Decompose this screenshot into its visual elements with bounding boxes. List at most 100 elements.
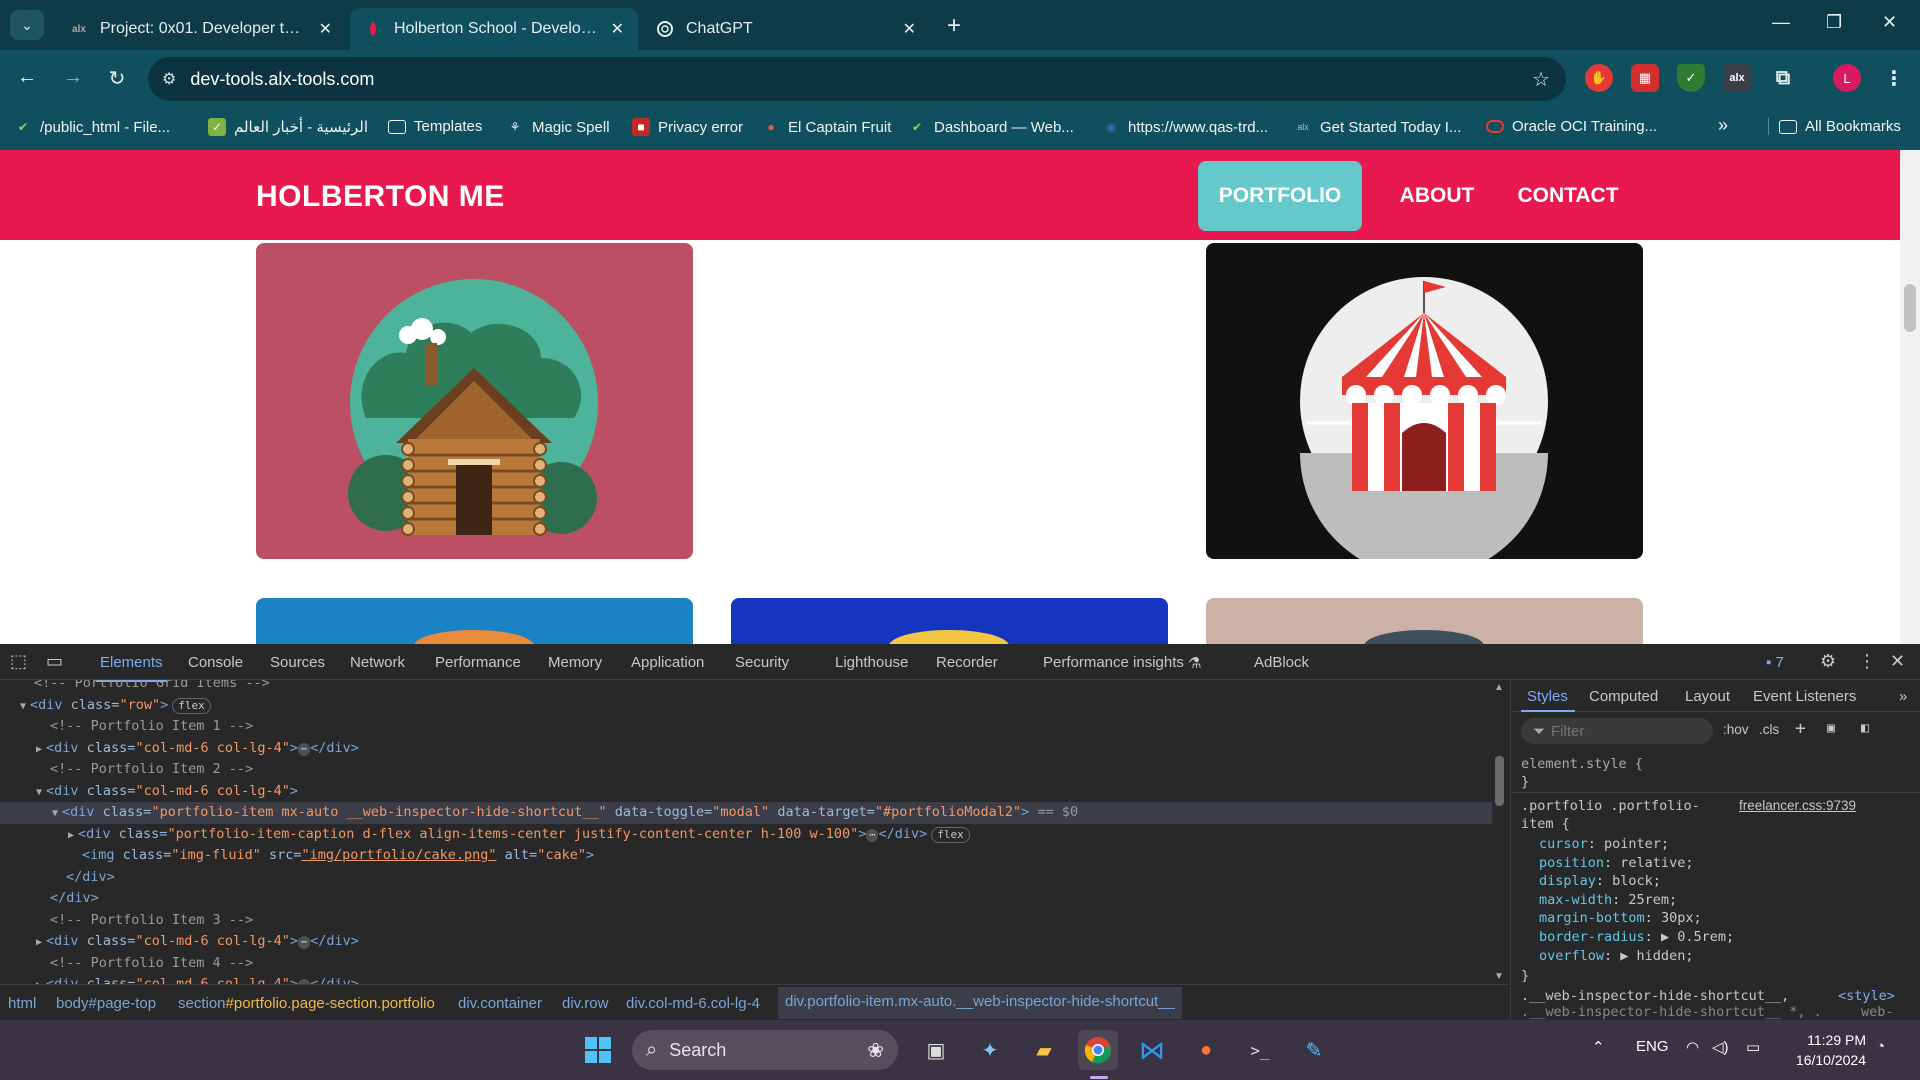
nav-portfolio[interactable]: PORTFOLIO xyxy=(1198,161,1362,231)
site-brand[interactable]: HOLBERTON ME xyxy=(256,180,505,214)
forward-icon[interactable]: → xyxy=(60,66,86,89)
portfolio-item-4[interactable] xyxy=(731,598,1168,644)
cls-toggle[interactable]: .cls xyxy=(1759,722,1779,737)
shield-icon[interactable]: ✓ xyxy=(1677,64,1705,92)
css-property-value[interactable]: ▶ 0.5rem; xyxy=(1661,929,1734,945)
bookmark-qas-trd[interactable]: ◉ https://www.qas-trd... xyxy=(1102,118,1268,136)
extension-red-icon[interactable]: ▦ xyxy=(1631,64,1659,92)
dom-node[interactable]: </div> xyxy=(0,888,1492,910)
nav-contact[interactable]: CONTACT xyxy=(1508,176,1628,216)
breadcrumb-item[interactable]: div.row xyxy=(562,995,608,1012)
tab-sources[interactable]: Sources xyxy=(270,654,325,671)
elements-dom-tree[interactable]: <!-- Portfolio Grid Items --> ▼ <div class… xyxy=(0,680,1492,984)
dom-node[interactable]: ▶<div class="col-md-6 col-lg-4">⋯</div> xyxy=(0,974,1492,984)
bookmark-arabic-news[interactable]: ✓ الرئيسية - أخبار العالم xyxy=(208,118,368,136)
portfolio-item-5[interactable] xyxy=(1206,598,1643,644)
close-tab-icon[interactable]: ✕ xyxy=(611,19,624,39)
tab-application[interactable]: Application xyxy=(631,654,704,671)
css-property-value[interactable]: pointer; xyxy=(1604,836,1669,852)
dom-token[interactable]: "img/portfolio/cake.png" xyxy=(301,847,496,863)
css-property-name[interactable]: position xyxy=(1539,855,1604,871)
dom-scrollbar[interactable]: ▲ ▼ xyxy=(1492,680,1506,984)
browser-menu-icon[interactable]: ⋮ xyxy=(1880,64,1908,92)
tab-performance-insights[interactable]: Performance insights xyxy=(1043,654,1184,671)
alx-icon[interactable]: alx xyxy=(1723,64,1751,92)
more-tabs-icon[interactable]: » xyxy=(1899,688,1907,705)
css-property-value[interactable]: 30px; xyxy=(1661,910,1702,926)
tab-event-listeners[interactable]: Event Listeners xyxy=(1753,688,1856,705)
minimize-icon[interactable]: — xyxy=(1772,12,1790,33)
notification-icon[interactable]: ◔ xyxy=(1876,1038,1885,1055)
vscode-icon[interactable]: ⋈ xyxy=(1132,1030,1172,1070)
css-property[interactable]: max-width: 25rem; xyxy=(1539,892,1677,908)
dom-node[interactable]: <!-- Portfolio Item 1 --> xyxy=(0,716,1492,738)
dom-node[interactable]: ▶<div class="col-md-6 col-lg-4">⋯</div> xyxy=(0,738,1492,760)
flex-badge[interactable]: flex xyxy=(172,697,211,714)
dom-node[interactable]: ▼ <div class="row"> flex xyxy=(0,695,1492,717)
back-icon[interactable]: ← xyxy=(14,66,40,89)
bookmark-dashboard[interactable]: ✔ Dashboard — Web... xyxy=(908,118,1074,136)
css-property[interactable]: cursor: pointer; xyxy=(1539,836,1669,852)
element-style-rule[interactable]: element.style { xyxy=(1521,756,1643,772)
tab-network[interactable]: Network xyxy=(350,654,405,671)
sidebar-toggle-icon[interactable]: ◧ xyxy=(1861,720,1869,736)
page-scrollbar[interactable] xyxy=(1900,150,1920,644)
css-property-name[interactable]: border-radius xyxy=(1539,929,1645,945)
paint-icon[interactable]: ▣ xyxy=(1827,720,1835,736)
dom-scrollbar-thumb[interactable] xyxy=(1495,756,1504,806)
dom-node-selected[interactable]: ▼ <div class="portfolio-item mx-auto __we… xyxy=(0,802,1492,824)
bookmark-star-icon[interactable]: ☆ xyxy=(1532,67,1550,92)
collapse-arrow-icon[interactable]: ▼ xyxy=(52,808,58,819)
tab-security[interactable]: Security xyxy=(735,654,789,671)
all-bookmarks[interactable]: All Bookmarks xyxy=(1768,118,1901,135)
reload-icon[interactable]: ↻ xyxy=(104,66,130,91)
device-toolbar-icon[interactable]: ▭ xyxy=(46,651,63,672)
language-indicator[interactable]: ENG xyxy=(1636,1038,1669,1055)
terminal-icon[interactable]: >_ xyxy=(1240,1030,1280,1070)
expand-ellipsis[interactable]: ⋯ xyxy=(298,742,311,756)
dom-node[interactable]: <!-- Portfolio Item 2 --> xyxy=(0,759,1492,781)
dom-node[interactable]: <!-- Portfolio Grid Items --> xyxy=(0,680,1492,695)
bookmark-el-captain-fruit[interactable]: ● El Captain Fruit xyxy=(762,118,891,136)
breadcrumb-item[interactable]: div.col-md-6.col-lg-4 xyxy=(626,995,760,1012)
system-clock[interactable]: 11:29 PM 16/10/2024 xyxy=(1786,1030,1866,1070)
settings-gear-icon[interactable]: ⚙ xyxy=(1820,651,1836,672)
firefox-icon[interactable]: ● xyxy=(1186,1030,1226,1070)
breadcrumb-item[interactable]: html xyxy=(8,995,36,1012)
rule-selector-cont[interactable]: item { xyxy=(1521,816,1570,832)
rule2-source[interactable]: <style> xyxy=(1838,988,1895,1004)
bookmark-get-started[interactable]: alx Get Started Today I... xyxy=(1294,118,1461,136)
tab-holberton-school[interactable]: Holberton School - Developer t ✕ xyxy=(350,8,638,50)
dom-node[interactable]: <img class="img-fluid" src="img/portfoli… xyxy=(0,845,1492,867)
tab-adblock[interactable]: AdBlock xyxy=(1254,654,1309,671)
new-tab-icon[interactable]: + xyxy=(947,12,961,40)
css-property[interactable]: margin-bottom: 30px; xyxy=(1539,910,1702,926)
tab-recorder[interactable]: Recorder xyxy=(936,654,998,671)
css-property-value[interactable]: ▶ hidden; xyxy=(1620,948,1693,964)
page-scrollbar-thumb[interactable] xyxy=(1904,284,1916,332)
devtools-menu-icon[interactable]: ⋮ xyxy=(1858,651,1876,672)
portfolio-item-circus-tent[interactable] xyxy=(1206,243,1643,559)
tab-lighthouse[interactable]: Lighthouse xyxy=(835,654,908,671)
paint-app-icon[interactable]: ✎ xyxy=(1294,1030,1334,1070)
file-explorer-icon[interactable]: ▰ xyxy=(1024,1030,1064,1070)
css-property-name[interactable]: max-width xyxy=(1539,892,1612,908)
taskbar-search[interactable]: ⌕ Search ❀ xyxy=(632,1030,898,1070)
tab-computed[interactable]: Computed xyxy=(1589,688,1658,705)
breadcrumb-item[interactable]: section#portfolio.page-section.portfolio xyxy=(178,995,435,1012)
more-bookmarks-icon[interactable]: » xyxy=(1718,115,1728,136)
dom-node[interactable]: ▶ <div class="portfolio-item-caption d-fl… xyxy=(0,824,1492,846)
rule2-next-source[interactable]: web- xyxy=(1861,1004,1894,1020)
close-window-icon[interactable]: ✕ xyxy=(1882,12,1897,33)
dom-node[interactable]: </div> xyxy=(0,867,1492,889)
bookmark-magic-spell[interactable]: ⚘ Magic Spell xyxy=(506,118,610,136)
rule-source-link[interactable]: freelancer.css:9739 xyxy=(1739,798,1856,813)
volume-icon[interactable]: ◁) xyxy=(1712,1038,1729,1056)
copilot-icon[interactable]: ✦ xyxy=(970,1030,1010,1070)
tab-memory[interactable]: Memory xyxy=(548,654,602,671)
styles-filter-input[interactable] xyxy=(1551,722,1702,740)
collapse-arrow-icon[interactable]: ▼ xyxy=(36,787,42,798)
breadcrumb-item[interactable]: body#page-top xyxy=(56,995,156,1012)
issues-badge[interactable]: ▪ 7 xyxy=(1766,654,1784,671)
css-property[interactable]: border-radius: ▶ 0.5rem; xyxy=(1539,929,1734,945)
